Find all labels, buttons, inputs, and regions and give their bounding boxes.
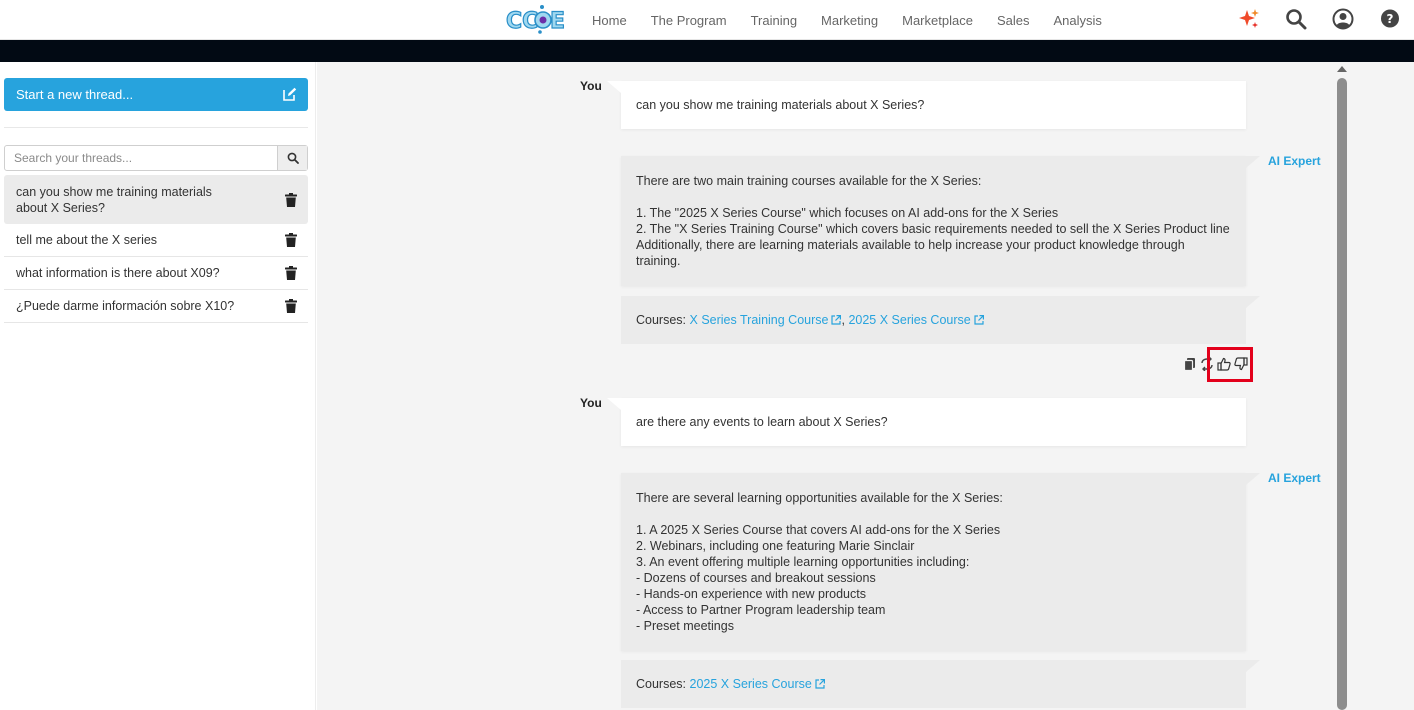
user-message: can you show me training materials about… <box>607 81 1246 129</box>
svg-text:E: E <box>550 9 565 34</box>
trash-icon[interactable] <box>285 299 297 313</box>
chat-panel: You can you show me training materials a… <box>317 62 1414 710</box>
external-link-icon <box>974 315 984 325</box>
top-navigation-bar: CC E Home The Program Training Marketing… <box>0 0 1414 40</box>
ai-message: There are several learning opportunities… <box>621 473 1260 651</box>
sidebar-divider <box>4 127 308 128</box>
thread-item-active[interactable]: can you show me training materials about… <box>4 175 308 224</box>
thread-title: can you show me training materials about… <box>16 184 212 215</box>
user-message-text: are there any events to learn about X Se… <box>636 415 888 429</box>
ai-message-line: - Dozens of courses and breakout session… <box>636 571 876 585</box>
course-link[interactable]: X Series Training Course <box>690 313 842 327</box>
external-link-icon <box>831 315 842 325</box>
thread-title: what information is there about X09? <box>16 266 220 280</box>
threads-sidebar: Start a new thread... can you show me tr… <box>0 62 316 710</box>
thread-item[interactable]: what information is there about X09? <box>4 257 308 290</box>
thread-title: tell me about the X series <box>16 233 158 247</box>
user-message: are there any events to learn about X Se… <box>607 398 1246 446</box>
ai-message-line: 2. The "X Series Training Course" which … <box>636 222 1230 236</box>
speaker-label-you: You <box>580 396 602 410</box>
courses-box: Courses: X Series Training Course, 2025 … <box>621 296 1260 344</box>
thread-search-input[interactable] <box>5 146 277 170</box>
ai-message-line: training. <box>636 254 681 268</box>
ai-message-line <box>636 506 1231 522</box>
course-link-text: 2025 X Series Course <box>689 677 812 691</box>
ai-message-line: - Hands-on experience with new products <box>636 587 866 601</box>
course-link-text: X Series Training Course <box>689 313 829 327</box>
header-band <box>0 40 1414 62</box>
nav-training[interactable]: Training <box>751 13 797 28</box>
course-link[interactable]: 2025 X Series Course <box>848 313 984 327</box>
ai-message-line: Additionally, there are learning materia… <box>636 238 1185 252</box>
nav-marketplace[interactable]: Marketplace <box>902 13 973 28</box>
thread-search-button[interactable] <box>277 146 307 170</box>
user-message-text: can you show me training materials about… <box>636 98 925 112</box>
course-separator: , <box>841 313 845 327</box>
nav-home[interactable]: Home <box>592 13 627 28</box>
course-link[interactable]: 2025 X Series Course <box>690 677 825 691</box>
svg-text:CC: CC <box>506 9 538 34</box>
ai-message-line: 3. An event offering multiple learning o… <box>636 555 970 569</box>
thread-item[interactable]: ¿Puede darme información sobre X10? <box>4 290 308 323</box>
ai-message-line <box>636 189 1231 205</box>
help-icon[interactable]: ? <box>1379 8 1401 30</box>
nav-marketing[interactable]: Marketing <box>821 13 878 28</box>
trash-icon[interactable] <box>285 266 297 280</box>
start-new-thread-label: Start a new thread... <box>16 87 134 102</box>
external-link-icon <box>815 679 825 689</box>
ai-message-line: - Access to Partner Program leadership t… <box>636 603 886 617</box>
search-icon <box>287 152 299 164</box>
trash-icon[interactable] <box>285 233 297 247</box>
courses-label: Courses: <box>636 313 687 327</box>
ai-message-line: 1. The "2025 X Series Course" which focu… <box>636 206 1059 220</box>
ai-message-line: There are two main training courses avai… <box>636 174 982 188</box>
ai-message: There are two main training courses avai… <box>621 156 1260 286</box>
course-link-text: 2025 X Series Course <box>848 313 971 327</box>
speaker-label-ai-expert: AI Expert <box>1268 471 1321 485</box>
chat-scrollbar-thumb[interactable] <box>1337 78 1347 710</box>
ai-sparkle-icon[interactable] <box>1238 8 1260 30</box>
nav-analysis[interactable]: Analysis <box>1053 13 1101 28</box>
ccoe-logo[interactable]: CC E <box>504 3 568 35</box>
thread-list: can you show me training materials about… <box>4 175 308 323</box>
ai-message-line: 2. Webinars, including one featuring Mar… <box>636 539 915 553</box>
thread-search <box>4 145 308 171</box>
speaker-label-you: You <box>580 79 602 93</box>
search-icon[interactable] <box>1285 8 1307 30</box>
user-account-icon[interactable] <box>1332 8 1354 30</box>
nav-the-program[interactable]: The Program <box>651 13 727 28</box>
thread-title: ¿Puede darme información sobre X10? <box>16 299 235 313</box>
svg-text:?: ? <box>1387 12 1394 26</box>
feedback-highlight-box <box>1207 347 1253 382</box>
ai-message-line: - Preset meetings <box>636 619 734 633</box>
trash-icon[interactable] <box>285 192 297 207</box>
edit-icon <box>283 87 297 101</box>
start-new-thread-button[interactable]: Start a new thread... <box>4 78 308 111</box>
scroll-up-arrow-icon[interactable] <box>1337 66 1347 72</box>
ai-message-line: There are several learning opportunities… <box>636 491 1003 505</box>
ai-message-line: 1. A 2025 X Series Course that covers AI… <box>636 523 1001 537</box>
courses-box: Courses: 2025 X Series Course <box>621 660 1260 708</box>
nav-sales[interactable]: Sales <box>997 13 1030 28</box>
main-nav: Home The Program Training Marketing Mark… <box>592 0 1126 40</box>
copy-icon[interactable] <box>1183 357 1197 371</box>
speaker-label-ai-expert: AI Expert <box>1268 154 1321 168</box>
courses-label: Courses: <box>636 677 687 691</box>
thread-item[interactable]: tell me about the X series <box>4 224 308 257</box>
